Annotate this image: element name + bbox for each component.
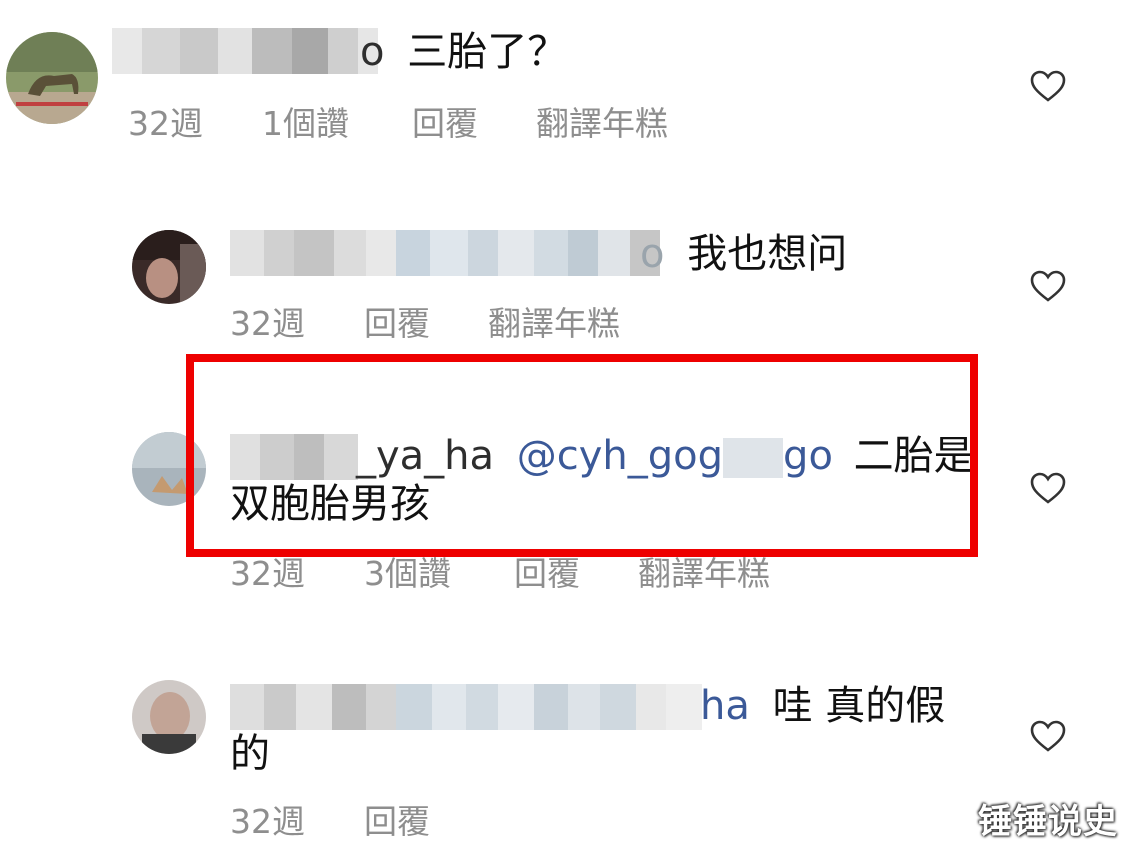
timestamp: 32週 xyxy=(230,802,305,841)
comment-body: 我也想问 xyxy=(687,231,848,277)
timestamp: 32週 xyxy=(128,104,203,143)
comment-text: ha 哇 真的假 xyxy=(700,682,945,730)
blurred-username[interactable] xyxy=(112,28,378,74)
translate-button[interactable]: 翻譯年糕 xyxy=(536,104,668,144)
watermark: 锤锤说史 xyxy=(978,802,1118,842)
likes-count[interactable]: 3個讚 xyxy=(364,554,451,594)
heart-icon[interactable] xyxy=(1030,270,1066,302)
translate-button[interactable]: 翻譯年糕 xyxy=(638,554,770,594)
blurred-username[interactable] xyxy=(230,230,660,276)
avatar[interactable] xyxy=(132,680,206,754)
comment-body: 三胎了？ xyxy=(407,29,568,75)
reply-button[interactable]: 回覆 xyxy=(364,802,430,842)
highlight-box xyxy=(186,354,978,557)
comment-body-line2: 的 xyxy=(230,731,270,777)
comment-meta: 32週 1個讚 回覆 翻譯年糕 xyxy=(0,104,800,144)
heart-icon[interactable] xyxy=(1030,720,1066,752)
blurred-username[interactable] xyxy=(230,684,708,730)
reply-button[interactable]: 回覆 xyxy=(364,304,430,344)
timestamp: 32週 xyxy=(230,554,305,593)
username-tail[interactable]: ha xyxy=(700,683,750,729)
heart-icon[interactable] xyxy=(1030,472,1066,504)
username-tail: o xyxy=(360,29,385,75)
timestamp: 32週 xyxy=(230,304,305,343)
comment-body-line1: 哇 真的假 xyxy=(772,683,946,729)
translate-button[interactable]: 翻譯年糕 xyxy=(488,304,620,344)
likes-count[interactable]: 1個讚 xyxy=(262,104,349,144)
username-tail: o xyxy=(640,231,665,277)
reply-button[interactable]: 回覆 xyxy=(412,104,478,144)
avatar[interactable] xyxy=(132,230,206,304)
comment-text: o 三胎了？ xyxy=(360,28,567,76)
comment-meta: 32週 3個讚 回覆 翻譯年糕 xyxy=(0,554,800,594)
comment-text: o 我也想问 xyxy=(640,230,847,278)
reply-button[interactable]: 回覆 xyxy=(514,554,580,594)
comment-meta: 32週 回覆 翻譯年糕 xyxy=(0,304,800,344)
heart-icon[interactable] xyxy=(1030,70,1066,102)
comment-meta: 32週 回覆 xyxy=(0,802,800,842)
